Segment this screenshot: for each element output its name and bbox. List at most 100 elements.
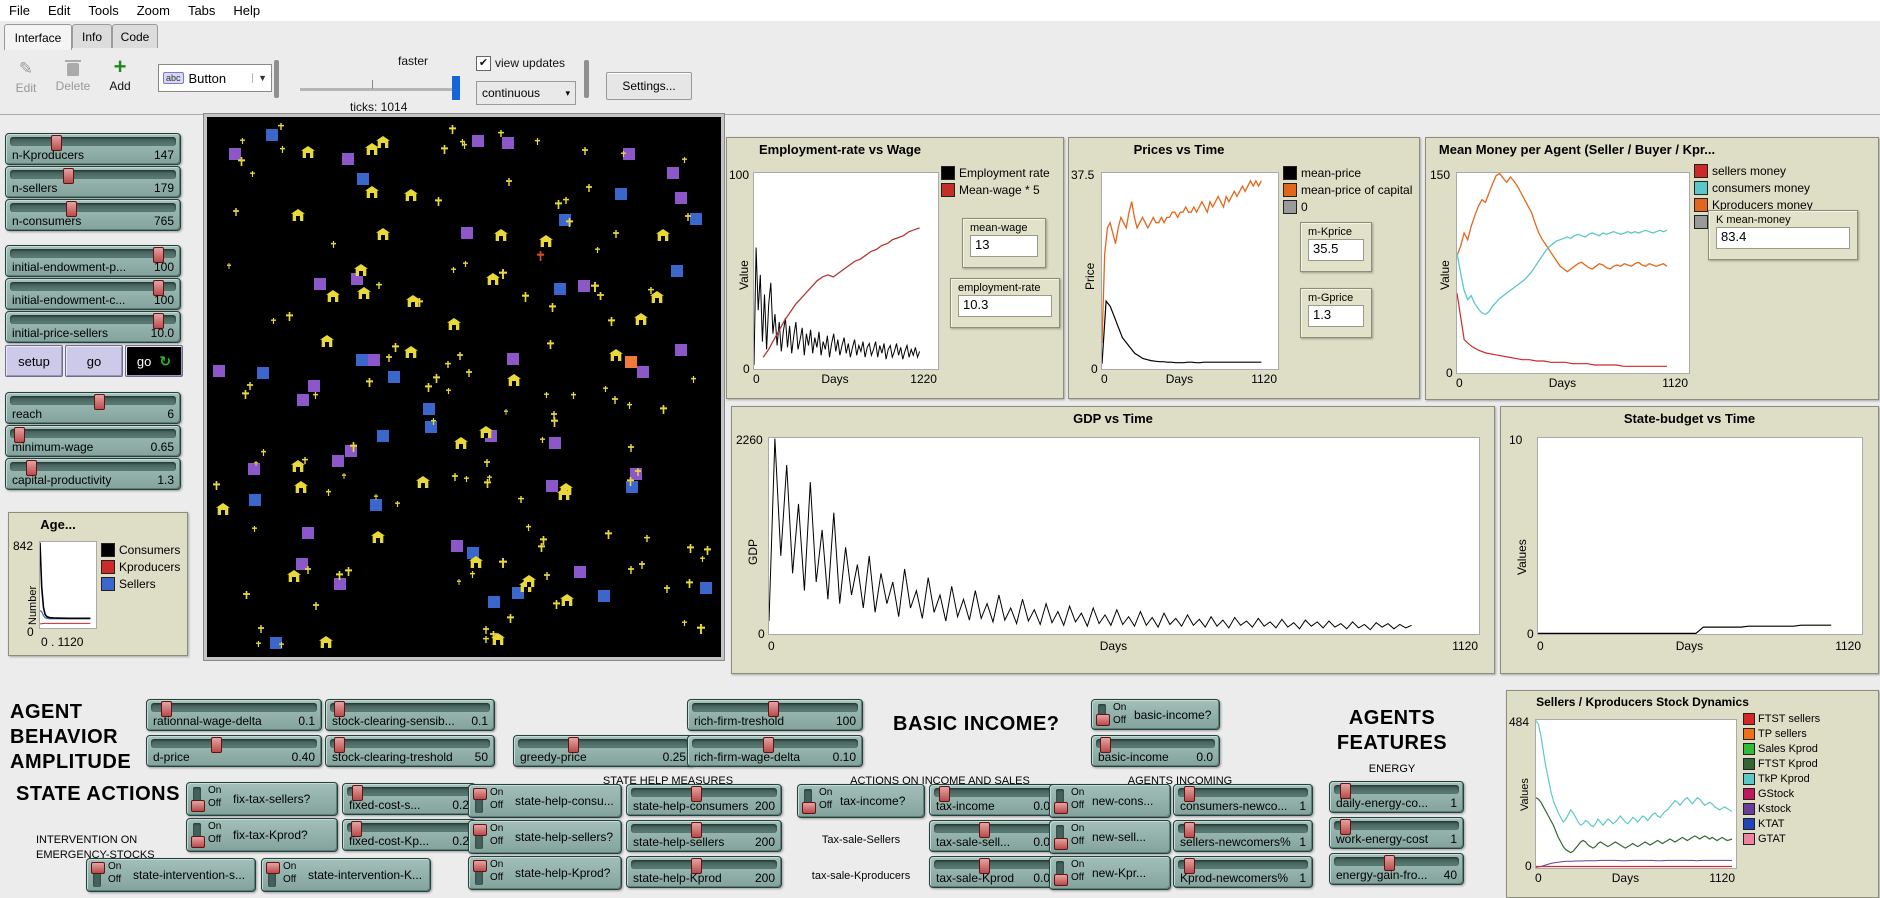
slider-stock-clearing-treshold[interactable]: stock-clearing-treshold50	[325, 735, 495, 767]
slider-tax-income[interactable]: tax-income0.0	[929, 784, 1057, 816]
switch-handle[interactable]	[91, 862, 105, 874]
plot-title: Mean Money per Agent (Seller / Buyer / K…	[1426, 142, 1728, 157]
slider-d-price[interactable]: d-price0.40	[146, 735, 322, 767]
slider-minimum-wage[interactable]: minimum-wage0.65	[5, 425, 181, 457]
slider-greedy-price[interactable]: greedy-price0.25	[513, 735, 693, 767]
world-view[interactable]	[204, 114, 724, 660]
switch-new-sellers[interactable]: OnOff new-sell...	[1049, 820, 1171, 854]
slider-initial-endowment-c[interactable]: initial-endowment-c...100	[5, 278, 181, 310]
switch-fix-tax-sellers[interactable]: OnOff fix-tax-sellers?	[186, 782, 338, 816]
switch-handle[interactable]	[1054, 874, 1068, 886]
settings-button[interactable]: Settings...	[606, 72, 692, 100]
house-agent-icon	[371, 531, 385, 543]
slider-reach[interactable]: reach6	[5, 392, 181, 424]
slider-value: 200	[755, 871, 775, 885]
slider-fixed-cost-s[interactable]: fixed-cost-s...0.2	[342, 783, 476, 815]
switch-tax-income[interactable]: OnOff tax-income?	[797, 784, 925, 818]
slider-state-help-sellers[interactable]: state-help-sellers200	[626, 820, 782, 852]
square-agent-icon	[667, 167, 679, 179]
delete-button[interactable]: Delete	[50, 60, 96, 93]
switch-handle[interactable]	[266, 862, 280, 874]
slider-value: 1	[1299, 799, 1306, 813]
switch-handle[interactable]	[191, 800, 205, 812]
slider-energy-gain[interactable]: energy-gain-fro...40	[1329, 853, 1464, 885]
switch-handle[interactable]	[802, 802, 816, 814]
slider-stock-clearing-sensib[interactable]: stock-clearing-sensib...0.1	[325, 699, 495, 731]
switch-new-consumers[interactable]: OnOff new-cons...	[1049, 784, 1171, 818]
menu-tabs[interactable]: Tabs	[179, 1, 224, 20]
slider-value: 1	[1299, 835, 1306, 849]
switch-onoff-labels: OnOff	[490, 823, 503, 848]
person-agent-icon	[483, 626, 489, 634]
square-agent-icon	[574, 566, 586, 578]
go-button[interactable]: go	[65, 345, 123, 377]
monitor-label: employment-rate	[958, 282, 1052, 294]
slider-tax-sale-kprod[interactable]: tax-sale-Kprod0.0	[929, 856, 1057, 888]
go-forever-button[interactable]: go ↻	[125, 345, 183, 377]
menu-help[interactable]: Help	[224, 1, 269, 20]
slider-n-sellers[interactable]: n-sellers179	[5, 166, 181, 198]
switch-basic-income[interactable]: OnOff basic-income?	[1091, 699, 1220, 730]
switch-handle[interactable]	[473, 824, 487, 836]
slider-basic-income[interactable]: basic-income0.0	[1091, 735, 1220, 767]
legend-item: Kstock	[1743, 803, 1820, 815]
widget-type-dropdown[interactable]: abc Button ▼	[158, 64, 272, 92]
slider-fixed-cost-kp[interactable]: fixed-cost-Kp...0.2	[342, 819, 476, 851]
slider-kprod-newcomers[interactable]: Kprod-newcomers%1	[1173, 856, 1313, 888]
switch-fix-tax-kprod[interactable]: OnOff fix-tax-Kprod?	[186, 818, 338, 852]
slider-sellers-newcomers[interactable]: sellers-newcomers%1	[1173, 820, 1313, 852]
legend-label: Kproducers	[119, 560, 180, 574]
slider-work-energy-cost[interactable]: work-energy-cost1	[1329, 817, 1464, 849]
slider-rationnal-wage-delta[interactable]: rationnal-wage-delta0.1	[146, 699, 322, 731]
slider-value: 0.2	[452, 798, 469, 812]
update-mode-dropdown[interactable]: continuous ▾	[476, 81, 576, 105]
person-agent-icon	[271, 318, 276, 324]
menu-tools[interactable]: Tools	[79, 1, 127, 20]
slider-state-help-kprod[interactable]: state-help-Kprod200	[626, 856, 782, 888]
setup-button[interactable]: setup	[5, 345, 63, 377]
square-agent-icon	[356, 354, 368, 366]
speed-slider[interactable]	[300, 88, 458, 91]
plot-title: Prices vs Time	[1069, 142, 1289, 157]
person-agent-icon	[466, 369, 472, 377]
menu-zoom[interactable]: Zoom	[128, 1, 179, 20]
switch-handle[interactable]	[1096, 714, 1110, 726]
person-agent-icon	[608, 317, 615, 326]
switch-handle[interactable]	[1054, 802, 1068, 814]
switch-state-help-kprod[interactable]: OnOff state-help-Kprod?	[468, 856, 622, 890]
slider-rich-firm-treshold[interactable]: rich-firm-treshold100	[687, 699, 863, 731]
slider-rich-firm-wage-delta[interactable]: rich-firm-wage-delta0.10	[687, 735, 863, 767]
switch-new-kproducers[interactable]: OnOff new-Kpr...	[1049, 856, 1171, 890]
switch-state-intervention-s[interactable]: OnOff state-intervention-s...	[86, 858, 256, 892]
slider-n-consumers[interactable]: n-consumers765	[5, 199, 181, 231]
switch-state-help-sellers[interactable]: OnOff state-help-sellers?	[468, 820, 622, 854]
menu-file[interactable]: File	[0, 1, 39, 20]
edit-button[interactable]: ✎ Edit	[8, 60, 44, 95]
person-agent-icon	[227, 263, 231, 269]
add-button[interactable]: + Add	[102, 58, 138, 93]
switch-handle[interactable]	[473, 860, 487, 872]
switch-handle[interactable]	[473, 788, 487, 800]
switch-state-intervention-k[interactable]: OnOff state-intervention-K...	[261, 858, 431, 892]
tab-code[interactable]: Code	[112, 24, 158, 49]
slider-initial-price-sellers[interactable]: initial-price-sellers10.0	[5, 311, 181, 343]
legend-item: Employment rate	[941, 166, 1050, 180]
slider-capital-productivity[interactable]: capital-productivity1.3	[5, 458, 181, 490]
slider-initial-endowment-p[interactable]: initial-endowment-p...100	[5, 245, 181, 277]
view-updates-checkbox[interactable]: ✔	[476, 56, 491, 71]
switch-handle[interactable]	[1054, 838, 1068, 850]
legend-swatch-icon	[1283, 166, 1297, 180]
menu-edit[interactable]: Edit	[39, 1, 79, 20]
tab-interface[interactable]: Interface	[4, 24, 72, 50]
legend-label: GTAT	[1758, 833, 1786, 845]
slider-state-help-consumers[interactable]: state-help-consumers200	[626, 784, 782, 816]
slider-n-kproducers[interactable]: n-Kproducers147	[5, 133, 181, 165]
tab-info[interactable]: Info	[72, 24, 112, 49]
slider-tax-sale-sellers[interactable]: tax-sale-sell...0.0	[929, 820, 1057, 852]
slider-consumers-newcomers[interactable]: consumers-newco...1	[1173, 784, 1313, 816]
switch-state-help-consumers[interactable]: OnOff state-help-consu...	[468, 784, 622, 818]
speed-slider-handle[interactable]	[452, 76, 460, 100]
switch-handle[interactable]	[191, 836, 205, 848]
slider-daily-energy-cost[interactable]: daily-energy-co...1	[1329, 781, 1464, 813]
monitor-value: 1.3	[1308, 305, 1364, 327]
